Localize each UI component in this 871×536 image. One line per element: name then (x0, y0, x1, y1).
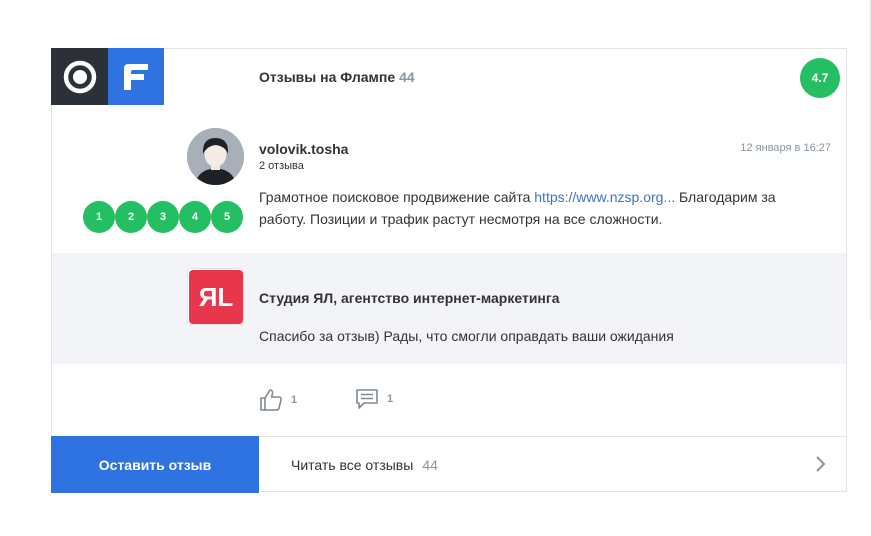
rating-star-2: 2 (115, 201, 147, 233)
widget-footer: Оставить отзыв Читать все отзывы 44 (51, 436, 847, 493)
read-all-label: Читать все отзывы (291, 456, 414, 473)
header-title: Отзывы на Флампе 44 (259, 69, 415, 85)
review-date: 12 января в 16:27 (740, 142, 831, 154)
rating-star-4: 4 (179, 201, 211, 233)
company-name[interactable]: Студия ЯЛ, агентство интернет-маркетинга (259, 290, 560, 306)
company-logo[interactable]: ЯL (187, 268, 244, 325)
like-button[interactable]: 1 (259, 388, 297, 412)
review-item: 1 2 3 4 5 volovik.tosha 2 отзыва 12 янва… (52, 105, 846, 253)
read-all-reviews-link[interactable]: Читать все отзывы 44 (259, 437, 847, 492)
rating-star-3: 3 (147, 201, 179, 233)
header-title-text: Отзывы на Флампе (259, 69, 396, 85)
company-logo-mark: ЯL (188, 269, 243, 324)
rating-star-5: 5 (211, 201, 243, 233)
chevron-right-icon (816, 456, 826, 472)
rating-star-1: 1 (83, 201, 115, 233)
rating-stars: 1 2 3 4 5 (83, 201, 243, 233)
review-link[interactable]: https://www.nzsp.org... (534, 189, 675, 205)
thumbs-up-icon (260, 389, 282, 411)
reply-text: Спасибо за отзыв) Рады, что смогли оправ… (259, 328, 674, 344)
author-review-count: 2 отзыва (259, 160, 304, 172)
comment-icon (356, 389, 378, 409)
flamp-logo-icon[interactable] (108, 48, 164, 105)
comment-button[interactable]: 1 (355, 388, 393, 410)
rating-badge: 4.7 (800, 58, 840, 98)
review-text-start: Грамотное поисковое продвижение сайта (259, 189, 535, 205)
author-avatar[interactable] (187, 128, 244, 185)
company-reply: ЯL Студия ЯЛ, агентство интернет-маркети… (52, 253, 846, 364)
leave-review-button[interactable]: Оставить отзыв (51, 436, 259, 493)
author-name[interactable]: volovik.tosha (259, 141, 348, 157)
like-count: 1 (291, 394, 298, 406)
review-text: Грамотное поисковое продвижение сайта ht… (259, 186, 819, 230)
flamp-reviews-widget: Отзывы на Флампе 44 4.7 1 2 3 4 5 volovik… (51, 48, 847, 493)
review-actions: 1 1 (52, 364, 846, 436)
comment-count: 1 (387, 393, 394, 405)
company-logo-text: ЯL (198, 282, 233, 312)
header-review-count: 44 (399, 69, 415, 85)
read-all-count: 44 (422, 456, 438, 473)
widget-header: Отзывы на Флампе 44 4.7 (51, 48, 846, 105)
2gis-logo-icon[interactable] (51, 48, 108, 105)
